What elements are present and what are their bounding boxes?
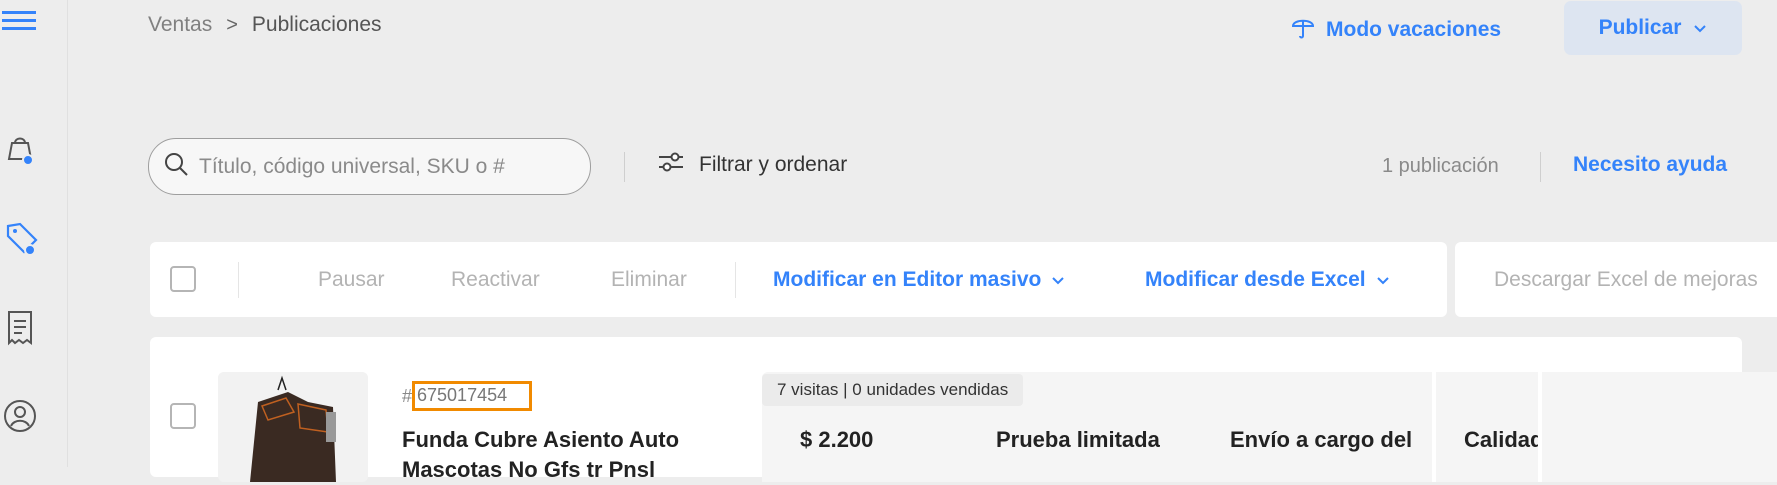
delete-button[interactable]: Eliminar — [611, 268, 687, 292]
price-tag-icon[interactable] — [2, 218, 42, 258]
search-box[interactable] — [148, 138, 591, 195]
listing-price[interactable]: $ 2.200 — [800, 427, 873, 453]
excel-edit-button[interactable]: Modificar desde Excel — [1145, 268, 1390, 292]
divider — [1542, 372, 1543, 482]
listing-id-highlight[interactable]: 675017454 — [412, 381, 533, 411]
breadcrumb-parent[interactable]: Ventas — [148, 13, 212, 37]
search-icon — [163, 151, 189, 182]
vacation-mode-button[interactable]: Modo vacaciones — [1290, 14, 1501, 46]
filter-sort-button[interactable]: Filtrar y ordenar — [657, 150, 847, 180]
shopping-bag-icon[interactable] — [0, 128, 40, 168]
bulk-editor-button[interactable]: Modificar en Editor masivo — [773, 268, 1065, 292]
row-checkbox[interactable] — [170, 403, 196, 429]
bulk-actions-toolbar: Pausar Reactivar Eliminar Modificar en E… — [150, 242, 1447, 317]
menu-icon[interactable] — [0, 0, 40, 40]
notification-badge — [22, 154, 34, 166]
chevron-right-icon: > — [226, 13, 238, 36]
publish-label: Publicar — [1598, 16, 1682, 39]
promo-label[interactable]: Prueba limitada — [996, 427, 1160, 453]
filter-sort-label: Filtrar y ordenar — [699, 153, 848, 176]
publish-button[interactable]: Publicar — [1564, 1, 1742, 55]
notification-badge — [24, 244, 36, 256]
divider — [238, 262, 239, 298]
sliders-icon — [657, 150, 685, 180]
visits-badge: 7 visitas | 0 unidades vendidas — [762, 374, 1024, 406]
help-link[interactable]: Necesito ayuda — [1573, 153, 1727, 177]
search-input[interactable] — [199, 154, 559, 179]
receipt-icon[interactable] — [0, 308, 40, 348]
vacation-mode-label: Modo vacaciones — [1326, 18, 1502, 41]
chevron-down-icon — [1051, 268, 1065, 292]
shipping-label[interactable]: Envío a cargo del — [1230, 427, 1412, 453]
bulk-editor-label: Modificar en Editor masivo — [773, 268, 1042, 291]
chevron-down-icon — [1376, 268, 1390, 292]
divider — [1432, 372, 1436, 482]
pause-button[interactable]: Pausar — [318, 268, 385, 292]
download-toolbar: Descargar Excel de mejoras — [1455, 242, 1777, 317]
sidebar — [0, 0, 68, 467]
umbrella-icon — [1290, 14, 1316, 46]
divider — [1540, 152, 1541, 182]
quality-label[interactable]: Calidad — [1464, 427, 1540, 453]
user-circle-icon[interactable] — [0, 396, 40, 436]
reactivate-button[interactable]: Reactivar — [451, 268, 540, 292]
listing-row: # 675017454 Funda Cubre Asiento Auto Mas… — [150, 337, 1777, 482]
divider — [624, 152, 625, 182]
breadcrumb: Ventas > Publicaciones — [148, 13, 382, 37]
breadcrumb-current: Publicaciones — [251, 13, 382, 36]
divider — [735, 262, 736, 298]
download-excel-button[interactable]: Descargar Excel de mejoras — [1494, 268, 1758, 292]
listing-id: # 675017454 — [402, 381, 533, 411]
product-image[interactable] — [218, 372, 368, 482]
listing-title[interactable]: Funda Cubre Asiento Auto Mascotas No Gfs… — [402, 425, 702, 485]
listing-hash: # — [402, 385, 413, 406]
excel-edit-label: Modificar desde Excel — [1145, 268, 1366, 291]
results-count: 1 publicación — [1382, 155, 1499, 177]
select-all-checkbox[interactable] — [170, 266, 196, 292]
chevron-down-icon — [1693, 16, 1707, 40]
